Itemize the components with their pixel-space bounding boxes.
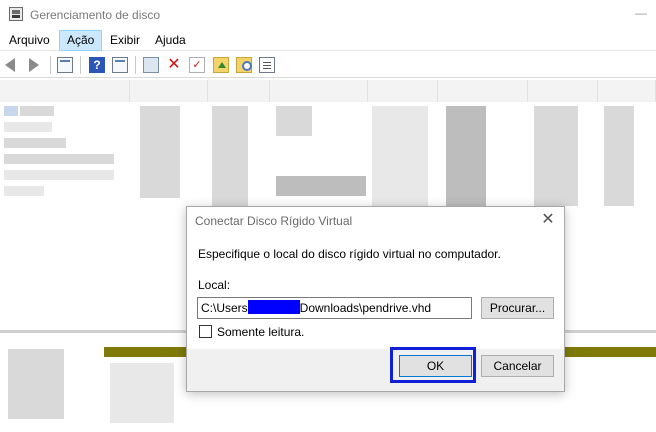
cancel-button[interactable]: Cancelar bbox=[481, 355, 554, 377]
menu-bar: Arquivo Ação Exibir Ajuda bbox=[0, 30, 656, 51]
folder-up-icon[interactable] bbox=[213, 57, 229, 73]
dialog-description: Especifique o local do disco rígido virt… bbox=[198, 247, 501, 261]
column-header bbox=[0, 80, 130, 102]
blurred-row bbox=[4, 106, 18, 116]
close-icon[interactable]: ✕ bbox=[537, 210, 559, 230]
blurred-partition bbox=[110, 363, 174, 423]
view-icon[interactable] bbox=[112, 57, 128, 73]
column-header bbox=[438, 80, 528, 102]
column-header bbox=[368, 80, 438, 102]
title-bar: Gerenciamento de disco — bbox=[0, 0, 656, 30]
menu-arquivo[interactable]: Arquivo bbox=[2, 30, 57, 51]
readonly-label[interactable]: Somente leitura. bbox=[217, 325, 304, 339]
location-input[interactable]: C:\Users Downloads\pendrive.vhd bbox=[197, 297, 472, 319]
blurred-column bbox=[534, 106, 578, 206]
location-label: Local: bbox=[198, 278, 231, 292]
list-icon[interactable] bbox=[259, 57, 275, 73]
blurred-column bbox=[212, 106, 248, 206]
readonly-checkbox[interactable] bbox=[199, 325, 212, 338]
properties-icon[interactable] bbox=[57, 57, 73, 73]
menu-acao[interactable]: Ação bbox=[59, 30, 103, 51]
blurred-column bbox=[276, 176, 366, 196]
blurred-row bbox=[20, 106, 54, 116]
blurred-column bbox=[140, 106, 180, 198]
blurred-row bbox=[4, 122, 52, 132]
toolbar: ? ✕ ✓ bbox=[0, 52, 656, 78]
blurred-row bbox=[4, 154, 114, 164]
column-header bbox=[208, 80, 270, 102]
path-prefix: C:\Users bbox=[201, 301, 248, 315]
forward-arrow-icon[interactable] bbox=[29, 58, 39, 72]
column-header bbox=[528, 80, 598, 102]
help-icon[interactable]: ? bbox=[89, 57, 105, 73]
dialog-title: Conectar Disco Rígido Virtual bbox=[195, 214, 353, 228]
blurred-row bbox=[4, 186, 44, 196]
disk-management-icon bbox=[9, 7, 23, 21]
minimize-button[interactable]: — bbox=[626, 6, 656, 24]
toolbar-separator bbox=[50, 56, 51, 74]
browse-button[interactable]: Procurar... bbox=[481, 297, 554, 319]
toolbar-separator bbox=[80, 56, 81, 74]
blurred-column bbox=[604, 106, 634, 206]
toolbar-separator bbox=[135, 56, 136, 74]
redacted-username bbox=[247, 300, 300, 314]
dialog-title-bar: Conectar Disco Rígido Virtual ✕ bbox=[187, 207, 564, 234]
delete-icon[interactable]: ✕ bbox=[166, 57, 182, 73]
path-suffix: Downloads\pendrive.vhd bbox=[299, 301, 432, 315]
blurred-row bbox=[4, 170, 114, 180]
column-header bbox=[598, 80, 656, 102]
dialog-body: Especifique o local do disco rígido virt… bbox=[187, 234, 564, 349]
blurred-column bbox=[446, 106, 486, 206]
attach-vhd-dialog: Conectar Disco Rígido Virtual ✕ Especifi… bbox=[186, 206, 565, 392]
blurred-column bbox=[276, 106, 312, 136]
folder-search-icon[interactable] bbox=[236, 57, 252, 73]
blurred-column bbox=[372, 106, 428, 206]
menu-exibir[interactable]: Exibir bbox=[103, 30, 147, 51]
ok-button[interactable]: OK bbox=[399, 355, 472, 377]
back-arrow-icon[interactable] bbox=[5, 58, 15, 72]
blurred-row bbox=[4, 138, 66, 148]
window-title: Gerenciamento de disco bbox=[30, 8, 161, 22]
menu-ajuda[interactable]: Ajuda bbox=[148, 30, 193, 51]
check-icon[interactable]: ✓ bbox=[189, 57, 205, 73]
blurred-disk-label bbox=[8, 349, 64, 419]
connect-icon[interactable] bbox=[143, 57, 159, 73]
column-header bbox=[130, 80, 208, 102]
column-header bbox=[270, 80, 368, 102]
